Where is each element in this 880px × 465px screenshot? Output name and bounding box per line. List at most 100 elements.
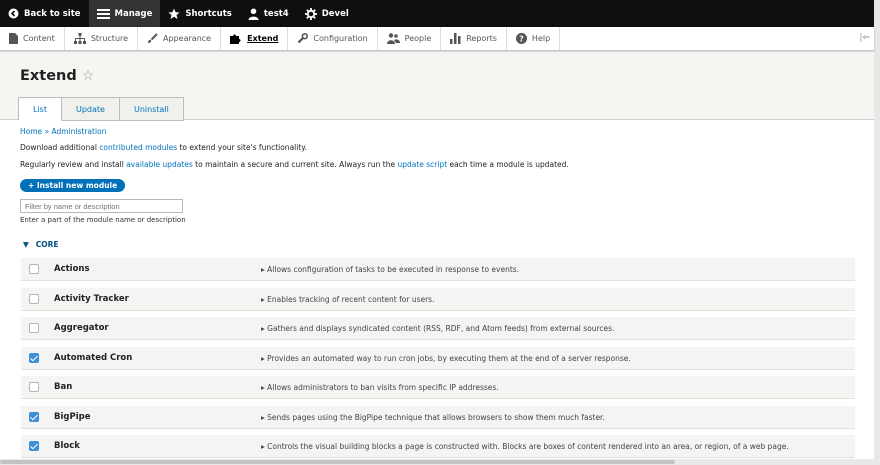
expand-arrow-icon: ▸ <box>261 412 265 422</box>
expand-arrow-icon: ▸ <box>261 264 265 274</box>
module-description-toggle[interactable]: ▸ Allows configuration of tasks to be ex… <box>261 265 519 274</box>
module-description-toggle[interactable]: ▸ Sends pages using the BigPipe techniqu… <box>261 413 605 422</box>
back-to-site-label: Back to site <box>24 8 81 19</box>
module-checkbox[interactable] <box>29 264 39 274</box>
module-description-toggle[interactable]: ▸ Gathers and displays syndicated conten… <box>261 324 614 333</box>
module-description-toggle[interactable]: ▸ Allows administrators to ban visits fr… <box>261 383 499 392</box>
bar-chart-icon <box>450 33 461 44</box>
module-name: Ban <box>54 382 73 392</box>
module-description-toggle[interactable]: ▸ Controls the visual building blocks a … <box>261 442 789 451</box>
module-row-bigpipe: BigPipe ▸ Sends pages using the BigPipe … <box>21 406 855 429</box>
review-text-mid: to maintain a secure and current site. A… <box>192 160 398 169</box>
expand-arrow-icon: ▸ <box>261 353 265 363</box>
module-description: Allows configuration of tasks to be exec… <box>267 264 520 274</box>
shortcuts-menu-button[interactable]: Shortcuts <box>160 0 239 27</box>
manage-menu-button[interactable]: Manage <box>88 0 161 27</box>
module-checkbox-checked[interactable] <box>29 441 39 451</box>
core-section-label: CORE <box>35 240 59 249</box>
module-row-activity-tracker: Activity Tracker ▸ Enables tracking of r… <box>21 288 855 311</box>
module-row-aggregator: Aggregator ▸ Gathers and displays syndic… <box>21 317 855 340</box>
expand-arrow-icon: ▸ <box>261 441 265 451</box>
core-section-toggle[interactable]: ▼ CORE <box>23 240 59 249</box>
tray-item-label: Appearance <box>163 34 212 43</box>
expand-arrow-icon: ▸ <box>261 382 265 392</box>
module-checkbox[interactable] <box>29 323 39 333</box>
devel-label: Devel <box>321 8 349 19</box>
devel-menu-button[interactable]: Devel <box>297 0 357 27</box>
svg-text:?: ? <box>519 34 524 43</box>
update-script-link[interactable]: update script <box>397 160 447 169</box>
tray-item-label: Help <box>531 34 551 43</box>
shortcuts-label: Shortcuts <box>185 8 232 19</box>
tray-item-label: Structure <box>90 34 129 43</box>
tab-update[interactable]: Update <box>61 97 120 121</box>
help-icon: ? <box>515 33 527 44</box>
tray-item-content[interactable]: Content <box>0 27 65 50</box>
download-text-pre: Download additional <box>20 143 100 152</box>
user-label: test4 <box>263 8 289 19</box>
module-checkbox[interactable] <box>29 294 39 304</box>
module-name: Automated Cron <box>54 353 133 363</box>
module-checkbox-checked[interactable] <box>29 353 39 363</box>
tray-item-configuration[interactable]: Configuration <box>288 27 378 50</box>
module-name: Activity Tracker <box>54 294 129 304</box>
module-row-ban: Ban ▸ Allows administrators to ban visit… <box>21 376 855 399</box>
tray-item-label: Reports <box>466 34 497 43</box>
hamburger-icon <box>96 9 110 19</box>
scrollbar-thumb[interactable] <box>0 460 675 464</box>
wrench-icon <box>298 33 309 44</box>
document-icon <box>9 33 18 44</box>
breadcrumb-link[interactable]: Home » Administration <box>20 127 106 136</box>
page-header: Extend ☆ List Update Uninstall <box>0 52 874 121</box>
tray-item-reports[interactable]: Reports <box>441 27 507 50</box>
page-title-text: Extend <box>20 68 77 84</box>
admin-toolbar: Back to site Manage Shortcuts test4 Deve… <box>0 0 874 27</box>
back-to-site-link[interactable]: Back to site <box>0 0 89 27</box>
module-row-automated-cron: Automated Cron ▸ Provides an automated w… <box>21 347 855 370</box>
tray-item-structure[interactable]: Structure <box>65 27 139 50</box>
expand-arrow-icon: ▸ <box>261 294 265 304</box>
download-text: Download additional contributed modules … <box>20 143 855 152</box>
install-new-module-button[interactable]: + Install new module <box>20 179 126 192</box>
module-row-actions: Actions ▸ Allows configuration of tasks … <box>21 258 855 281</box>
tab-list[interactable]: List <box>18 97 62 121</box>
module-name: Actions <box>54 264 90 274</box>
download-text-post: to extend your site's functionality. <box>177 143 308 152</box>
tray-item-extend[interactable]: Extend <box>221 27 289 50</box>
breadcrumb: Home » Administration <box>20 127 855 136</box>
tray-item-label: People <box>404 34 432 43</box>
module-name: Aggregator <box>54 323 109 333</box>
module-checkbox[interactable] <box>29 382 39 392</box>
module-description: Gathers and displays syndicated content … <box>267 323 615 333</box>
admin-tray: Content Structure Appearance Extend Conf… <box>0 27 874 51</box>
module-checkbox-checked[interactable] <box>29 412 39 422</box>
brush-icon <box>148 33 158 43</box>
primary-tabs: List Update Uninstall <box>18 97 184 121</box>
module-name: BigPipe <box>54 412 91 422</box>
filter-description: Enter a part of the module name or descr… <box>20 216 186 224</box>
page-title: Extend ☆ <box>20 68 94 84</box>
contributed-modules-link[interactable]: contributed modules <box>99 143 177 152</box>
module-description-toggle[interactable]: ▸ Provides an automated way to run cron … <box>261 354 631 363</box>
shortcut-star-icon[interactable]: ☆ <box>82 68 95 84</box>
module-description: Enables tracking of recent content for u… <box>267 294 435 304</box>
tray-item-help[interactable]: ? Help <box>507 27 561 50</box>
review-text-post: each time a module is updated. <box>447 160 569 169</box>
module-description: Controls the visual building blocks a pa… <box>267 441 789 451</box>
star-icon <box>168 8 180 19</box>
review-text: Regularly review and install available u… <box>20 160 855 169</box>
people-icon <box>386 33 400 44</box>
user-icon <box>248 8 259 20</box>
tray-item-appearance[interactable]: Appearance <box>138 27 222 50</box>
structure-icon <box>73 33 86 44</box>
tray-orientation-toggle[interactable]: |⇐ <box>859 33 870 43</box>
available-updates-link[interactable]: available updates <box>126 160 193 169</box>
tray-item-label: Content <box>23 34 55 43</box>
module-description-toggle[interactable]: ▸ Enables tracking of recent content for… <box>261 295 434 304</box>
tab-uninstall[interactable]: Uninstall <box>119 97 184 121</box>
module-filter-input[interactable] <box>20 199 183 213</box>
tray-item-people[interactable]: People <box>378 27 442 50</box>
chevron-down-icon: ▼ <box>23 240 29 249</box>
user-menu-button[interactable]: test4 <box>240 0 297 27</box>
horizontal-scrollbar[interactable] <box>0 459 874 465</box>
